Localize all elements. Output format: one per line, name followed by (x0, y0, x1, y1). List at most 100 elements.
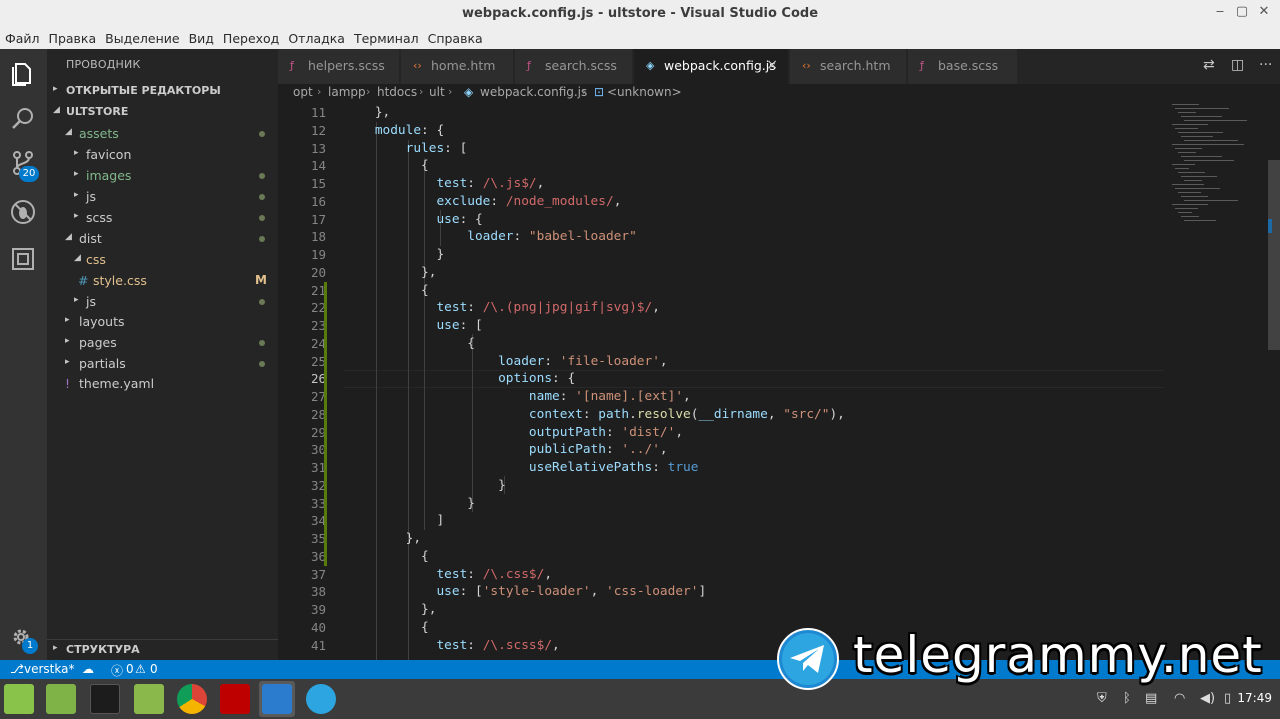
minimize-icon[interactable]: ‒ (1212, 4, 1228, 20)
code-line[interactable]: test: /\.scss$/, (344, 637, 559, 655)
tree-item-theme-yaml[interactable]: ! theme.yaml (47, 373, 278, 394)
menu-selection[interactable]: Выделение (104, 31, 180, 46)
split-editor-icon[interactable]: ◫ (1231, 57, 1244, 73)
explorer-icon[interactable] (9, 59, 37, 87)
vertical-scrollbar[interactable] (1268, 160, 1280, 350)
open-changes-icon[interactable]: ⇄ (1203, 57, 1215, 73)
code-line[interactable]: { (344, 619, 429, 637)
tree-item-js[interactable]: ▸ js (47, 186, 278, 207)
open-editors-section[interactable]: ▸ ОТКРЫТЫЕ РЕДАКТОРЫ (47, 81, 278, 101)
code-line[interactable]: test: /\.(png|jpg|gif|svg)$/, (344, 299, 659, 317)
close-tab-icon[interactable]: × (766, 57, 778, 73)
menu-view[interactable]: Вид (188, 31, 215, 46)
code-token: "src/" (783, 406, 830, 422)
code-line[interactable]: test: /\.js$/, (344, 175, 544, 193)
tab-search-htm[interactable]: ‹› search.htm (790, 49, 907, 84)
code-line[interactable]: context: path.resolve(__dirname, "src/")… (344, 406, 845, 424)
code-line[interactable]: loader: 'file-loader', (344, 353, 668, 371)
code-line[interactable]: ] (344, 512, 444, 530)
code-line[interactable]: loader: "babel-loader" (344, 228, 637, 246)
code-token: : { (552, 371, 576, 387)
code-line[interactable]: { (344, 282, 429, 300)
menu-debug[interactable]: Отладка (287, 31, 346, 46)
warning-count[interactable]: 0 (150, 662, 158, 676)
sync-icon[interactable]: ☁ (82, 662, 94, 676)
code-line[interactable]: }, (344, 530, 421, 548)
minimap-line (1181, 156, 1222, 157)
error-count[interactable]: 0 (126, 662, 134, 676)
code-line[interactable]: module: { (344, 122, 444, 140)
tree-item-assets[interactable]: ◢ assets (47, 123, 278, 144)
breadcrumb-item[interactable]: opt (293, 85, 313, 99)
menu-edit[interactable]: Правка (48, 31, 98, 46)
menu-help[interactable]: Справка (427, 31, 484, 46)
telegram-icon[interactable] (306, 684, 336, 714)
tree-item-scss[interactable]: ▸ scss (47, 207, 278, 228)
tree-item-pages[interactable]: ▸ pages (47, 332, 278, 353)
minimap[interactable] (1168, 104, 1268, 224)
search-icon[interactable] (9, 105, 37, 133)
more-actions-icon[interactable]: ··· (1259, 57, 1272, 73)
code-line[interactable]: { (344, 335, 475, 353)
tab-home-htm[interactable]: ‹› home.htm (401, 49, 514, 84)
maximize-icon[interactable]: ▢ (1234, 4, 1250, 20)
code-line[interactable]: }, (344, 264, 436, 282)
breadcrumb-item[interactable]: lampp (328, 85, 366, 99)
code-line[interactable]: outputPath: 'dist/', (344, 424, 683, 442)
tab-helpers-scss[interactable]: ƒ helpers.scss (278, 49, 400, 84)
tree-item-favicon[interactable]: ▸ favicon (47, 144, 278, 165)
menu-go[interactable]: Переход (222, 31, 280, 46)
code-line[interactable]: } (344, 246, 444, 264)
chrome-icon[interactable] (177, 684, 207, 714)
terminal-icon[interactable] (90, 684, 120, 714)
tree-item-dist-js[interactable]: ▸ js (47, 291, 278, 312)
tab-search-scss[interactable]: ƒ search.scss (515, 49, 633, 84)
code-line[interactable]: name: '[name].[ext]', (344, 388, 691, 406)
code-line[interactable]: } (344, 477, 506, 495)
code-line[interactable]: use: { (344, 211, 482, 229)
code-token: true (667, 460, 699, 475)
code-editor[interactable]: 11 12 13 14 15 16 17 18 19 20 21 22 23 24 25 26 27 28 29 30… (278, 104, 1280, 660)
code-line[interactable]: publicPath: '../', (344, 441, 668, 459)
menu-terminal[interactable]: Терминал (353, 31, 420, 46)
extensions-icon[interactable] (9, 245, 37, 273)
root-folder-section[interactable]: ◢ ULTSTORE (47, 102, 278, 122)
code-line[interactable]: rules: [ (344, 140, 468, 158)
code-line[interactable]: test: /\.css$/, (344, 566, 552, 584)
code-line[interactable]: } (344, 495, 475, 513)
code-token: /node_modules/ (505, 193, 614, 209)
code-line[interactable]: { (344, 157, 429, 175)
code-line[interactable]: { (344, 548, 429, 566)
breadcrumb-item[interactable]: webpack.config.js (480, 85, 587, 99)
debug-icon[interactable] (9, 198, 37, 226)
tree-item-dist[interactable]: ◢ dist (47, 228, 278, 249)
git-branch[interactable]: verstka* (24, 662, 74, 676)
tab-base-scss[interactable]: ƒ base.scss (908, 49, 1018, 84)
tree-item-layouts[interactable]: ▸ layouts (47, 311, 278, 332)
files-icon[interactable] (46, 684, 76, 714)
code-line[interactable]: use: ['style-loader', 'css-loader'] (344, 583, 706, 601)
menu-file[interactable]: Файл (4, 31, 41, 46)
tab-webpack-config-js[interactable]: ◈ webpack.config.js × (634, 49, 789, 84)
breadcrumb-item[interactable]: <unknown> (607, 85, 682, 99)
mint-menu-icon[interactable] (4, 684, 34, 714)
line-number: 12 (310, 122, 326, 138)
tree-item-style-css[interactable]: # style.css M (47, 270, 278, 291)
code-line[interactable]: use: [ (344, 317, 482, 335)
code-line[interactable]: options: { (344, 370, 575, 388)
vscode-icon[interactable] (262, 684, 292, 714)
outline-section[interactable]: ▸ СТРУКТУРА (47, 639, 278, 659)
folder-icon[interactable] (134, 684, 164, 714)
breadcrumb-item[interactable]: ult (429, 85, 445, 99)
tree-item-css[interactable]: ◢ css (47, 249, 278, 270)
code-line[interactable]: useRelativePaths: true (344, 459, 699, 477)
code-line[interactable]: }, (344, 601, 436, 619)
tree-item-images[interactable]: ▸ images (47, 165, 278, 186)
filezilla-icon[interactable] (220, 684, 250, 714)
code-line[interactable]: }, (344, 104, 390, 122)
code-line[interactable]: exclude: /node_modules/, (344, 193, 621, 211)
code-token: , (590, 584, 606, 600)
tree-item-partials[interactable]: ▸ partials (47, 353, 278, 374)
breadcrumb-item[interactable]: htdocs (377, 85, 417, 99)
close-icon[interactable]: ✕ (1256, 4, 1272, 20)
